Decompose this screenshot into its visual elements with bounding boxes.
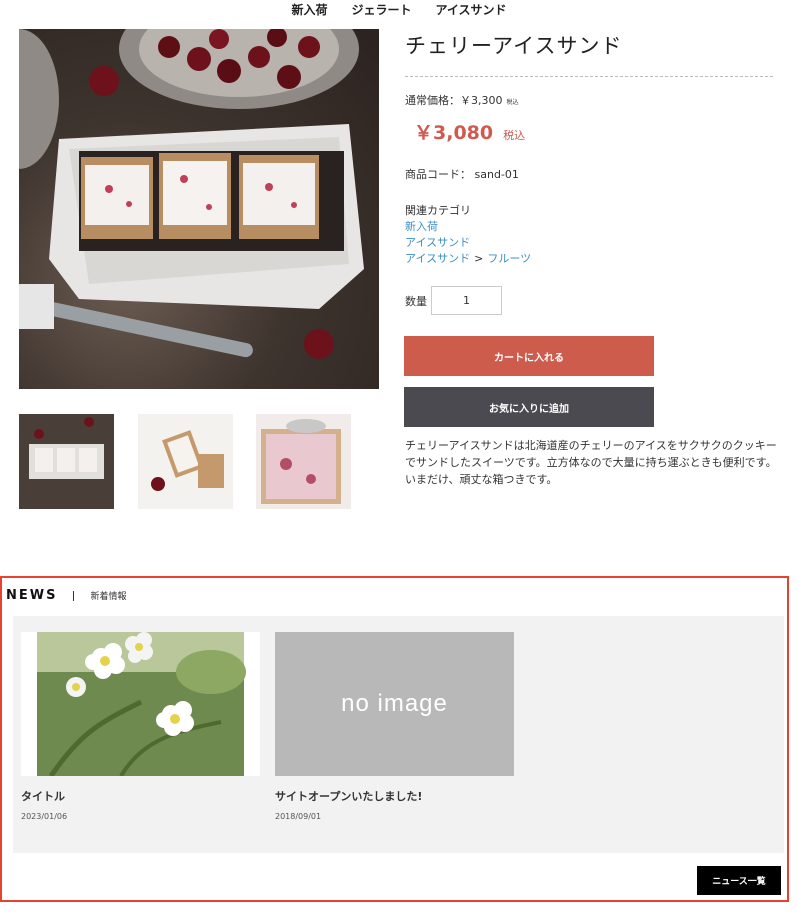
- product-title: チェリーアイスサンド: [405, 34, 623, 58]
- add-to-cart-button[interactable]: カートに入れる: [404, 336, 654, 376]
- nav-item-ice-sand[interactable]: アイスサンド: [435, 0, 506, 22]
- divider: [73, 590, 75, 601]
- sale-price: ￥3,080 税込: [414, 118, 525, 145]
- category-path-parent[interactable]: アイスサンド: [405, 252, 470, 265]
- news-card-date: 2023/01/06: [21, 812, 68, 821]
- news-card-title: タイトル: [21, 790, 65, 803]
- news-card[interactable]: タイトル 2023/01/06: [21, 632, 260, 821]
- nav-item-new[interactable]: 新入荷: [291, 0, 327, 22]
- quantity-label: 数量: [405, 295, 427, 308]
- product-main-image: [19, 29, 379, 389]
- news-card-image: [21, 632, 260, 776]
- news-title: NEWS: [6, 588, 58, 603]
- news-header: NEWS 新着情報: [6, 588, 126, 603]
- product-description: チェリーアイスサンドは北海道産のチェリーのアイスをサクサクのクッキーでサンドした…: [405, 437, 780, 488]
- news-card-title: サイトオープンいたしました!: [275, 790, 423, 803]
- related-categories: 関連カテゴリ 新入荷 アイスサンド アイスサンド > フルーツ: [405, 203, 531, 267]
- regular-price-tax: 税込: [506, 98, 519, 106]
- regular-price: 通常価格：￥3,300 税込: [405, 92, 519, 108]
- top-nav: 新入荷 ジェラート アイスサンド: [0, 0, 798, 22]
- regular-price-value: 通常価格：￥3,300: [405, 94, 503, 107]
- nav-item-gelato[interactable]: ジェラート: [351, 0, 411, 22]
- product-description-line-1: チェリーアイスサンドは北海道産のチェリーのアイスをサクサクのクッキーでサンドした…: [405, 439, 777, 469]
- category-path-child[interactable]: フルーツ: [487, 252, 531, 265]
- related-categories-label: 関連カテゴリ: [405, 204, 471, 217]
- news-list-button[interactable]: ニュース一覧: [697, 866, 781, 895]
- sale-price-value: ￥3,080: [414, 122, 494, 144]
- product-thumbnail-1[interactable]: [19, 414, 114, 509]
- news-list: タイトル 2023/01/06 no image サイトオープンいたしました! …: [13, 616, 784, 853]
- no-image-label: no image: [341, 690, 448, 717]
- news-section: NEWS 新着情報 タイトル 2023/01/06 no image サイトオー…: [0, 576, 789, 902]
- product-description-line-2: いまだけ、頑丈な箱つきです。: [405, 473, 558, 486]
- product-thumbnail-3[interactable]: [256, 414, 351, 509]
- divider: [405, 76, 773, 77]
- product-thumbnail-2[interactable]: [138, 414, 233, 509]
- news-card-date: 2018/09/01: [275, 812, 322, 821]
- category-link-new[interactable]: 新入荷: [405, 220, 438, 233]
- product-code: 商品コード： sand-01: [405, 166, 519, 182]
- news-subtitle: 新着情報: [90, 592, 127, 602]
- product-code-label: 商品コード：: [405, 168, 471, 181]
- news-card-image-placeholder: no image: [275, 632, 514, 776]
- sale-price-tax: 税込: [503, 129, 526, 142]
- news-card[interactable]: no image サイトオープンいたしました! 2018/09/01: [275, 632, 514, 821]
- product-code-value: sand-01: [474, 168, 519, 181]
- category-link-ice-sand[interactable]: アイスサンド: [405, 236, 470, 249]
- category-path-separator: >: [474, 252, 484, 265]
- quantity-input[interactable]: [431, 286, 502, 315]
- add-to-favorites-button[interactable]: お気に入りに追加: [404, 387, 654, 427]
